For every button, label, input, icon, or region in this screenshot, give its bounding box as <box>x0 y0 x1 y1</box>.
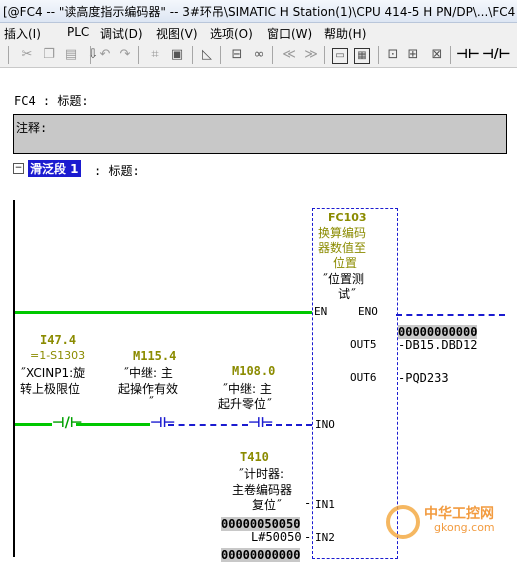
gear-logo-icon <box>386 505 420 539</box>
toolbar-separator <box>138 46 139 64</box>
load-icon[interactable]: ▣ <box>168 46 186 64</box>
toolbar-icon-a[interactable]: ⊡ <box>384 46 402 64</box>
contact-2-comment-line-1: ˝中继: 主 <box>123 366 173 380</box>
timer-comment-line-3: 复位˝ <box>252 498 283 512</box>
pin-in1: IN1 <box>315 498 335 511</box>
out5-value: 00000000000 <box>398 325 478 339</box>
menu-plc[interactable]: PLC <box>67 25 89 39</box>
glasses-icon[interactable]: ∞ <box>250 46 268 64</box>
ladder-icon[interactable]: ⊟ <box>228 46 246 64</box>
nc-contact-icon[interactable]: ⊣/⊢ <box>482 46 511 64</box>
contact-1-comment-line-2: 转上极限位 <box>20 382 81 396</box>
pin-en: EN <box>314 305 328 318</box>
rung-line-4 <box>266 424 312 426</box>
contact-3-no-symbol[interactable]: ⊣⊢ <box>248 415 274 431</box>
toolbar-separator <box>378 46 379 64</box>
menu-insert[interactable]: 插入(I) <box>4 25 41 42</box>
watermark-url: gkong.com <box>434 521 495 534</box>
contact-icon[interactable]: ⊣⊢ <box>456 46 480 64</box>
toolbar: ✂ ❐ ▤ ⇩ ↶ ↷ ⌗ ▣ ◺ ⊟ ∞ ≪ ≫ ▭ ▦ ⊡ ⊞ ⊠ ⊣⊢ ⊣… <box>0 43 517 68</box>
contact-1-comment-line-1: ˝XCINP1:旋 <box>20 366 86 380</box>
overview-icon[interactable]: ▦ <box>354 48 370 64</box>
toolbar-icon-b[interactable]: ⊞ <box>404 46 422 64</box>
collapse-network-icon[interactable]: − <box>13 163 24 174</box>
undo-icon[interactable]: ↶ <box>96 46 114 64</box>
menu-view[interactable]: 视图(V) <box>156 25 198 42</box>
pin-eno: ENO <box>358 305 378 318</box>
in1-dash: - <box>304 496 312 510</box>
menu-options[interactable]: 选项(O) <box>210 25 253 42</box>
toolbar-separator <box>324 46 325 64</box>
fc-comment-line-2: 器数值至 <box>318 241 367 255</box>
rung-line-2 <box>76 423 150 426</box>
timer-comment-line-1: ˝计时器: <box>238 467 285 481</box>
jump-icon[interactable]: ≪ <box>280 46 298 64</box>
paste-icon[interactable]: ▤ <box>62 46 80 64</box>
monitor-icon[interactable]: ⌗ <box>146 46 164 64</box>
out6-address[interactable]: -PQD233 <box>398 371 449 385</box>
pin-in2: IN2 <box>315 531 335 544</box>
toolbar-separator <box>220 46 221 64</box>
contact-2-no-symbol[interactable]: ⊣⊢ <box>150 415 176 431</box>
in1-value: 00000050050 <box>221 517 301 531</box>
power-rail <box>13 200 15 557</box>
fc-symbol-line-2: 试˝ <box>338 287 357 301</box>
toolbar-separator <box>90 46 91 64</box>
contact-1-address[interactable]: I47.4 <box>40 333 76 347</box>
fc-comment-line-3: 位置 <box>333 256 358 270</box>
contact-2-address[interactable]: M115.4 <box>133 349 176 363</box>
en-power-line <box>15 311 312 314</box>
timer-address[interactable]: T410 <box>240 450 269 464</box>
fc-symbol-line-1: ˝位置测 <box>322 272 365 286</box>
comment-label: 注释: <box>16 121 48 135</box>
pin-out5: OUT5 <box>350 338 377 351</box>
menu-help[interactable]: 帮助(H) <box>324 25 366 42</box>
toolbar-separator <box>272 46 273 64</box>
menu-bar: 插入(I) PLC 调试(D) 视图(V) 选项(O) 窗口(W) 帮助(H) <box>0 23 517 43</box>
redo-icon[interactable]: ↷ <box>116 46 134 64</box>
menu-window[interactable]: 窗口(W) <box>267 25 312 42</box>
contact-1-symbol: =1-S1303 <box>30 349 86 362</box>
contact-3-comment-line-2: 起升零位˝ <box>218 397 273 411</box>
eno-line <box>396 314 505 316</box>
toolbar-icon-c[interactable]: ⊠ <box>428 46 446 64</box>
toolbar-separator <box>450 46 451 64</box>
pin-ino: INO <box>315 418 335 431</box>
view-icon[interactable]: ◺ <box>198 46 216 64</box>
contact-2-comment-line-3: ˝ <box>148 395 154 409</box>
window-title: [@FC4 -- "读高度指示编码器" -- 3#环吊\SIMATIC H St… <box>3 5 517 19</box>
block-header: FC4 : 标题: <box>14 94 89 108</box>
fc-comment-line-1: 换算编码 <box>318 226 367 240</box>
in2-label[interactable]: L#50050 <box>251 530 302 544</box>
menu-debug[interactable]: 调试(D) <box>100 25 143 42</box>
in2-dash: - <box>304 530 312 544</box>
window-title-bar: [@FC4 -- "读高度指示编码器" -- 3#环吊\SIMATIC H St… <box>0 0 517 23</box>
contact-3-address[interactable]: M108.0 <box>232 364 275 378</box>
network-title[interactable]: 滑泛段 1 <box>28 160 81 177</box>
block-comment-box[interactable]: 注释: <box>13 114 507 154</box>
copy-icon[interactable]: ❐ <box>40 46 58 64</box>
cut-icon[interactable]: ✂ <box>18 46 36 64</box>
rung-line-1 <box>15 423 52 426</box>
bottom-value: 00000000000 <box>221 548 301 562</box>
toolbar-separator <box>8 46 9 64</box>
watermark-text: 中华工控网 <box>424 506 494 522</box>
network-title-suffix: : 标题: <box>94 164 140 178</box>
pin-out6: OUT6 <box>350 371 377 384</box>
rung-line-3 <box>168 424 248 426</box>
jump-end-icon[interactable]: ≫ <box>302 46 320 64</box>
fc-name: FC103 <box>328 211 367 224</box>
out5-address[interactable]: -DB15.DBD12 <box>398 338 477 352</box>
block-icon[interactable]: ▭ <box>332 48 348 64</box>
toolbar-separator <box>192 46 193 64</box>
